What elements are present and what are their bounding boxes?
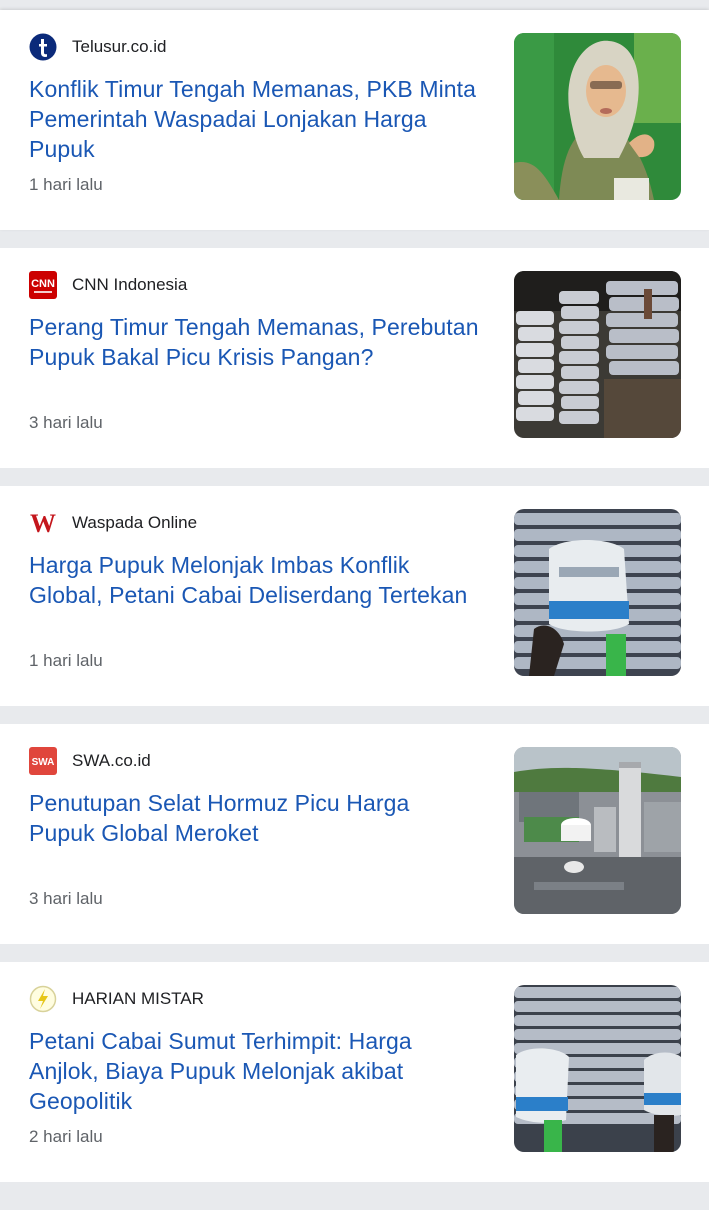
workers-carrying-sacks-photo[interactable] <box>514 985 681 1152</box>
source-name: CNN Indonesia <box>72 275 188 294</box>
news-card[interactable]: W Waspada Online Harga Pupuk Melonjak Im… <box>0 486 709 706</box>
cnn-logo-text: CNN <box>31 278 55 290</box>
waspada-logo-icon: W <box>29 509 57 537</box>
woman-in-hijab-speaking-photo[interactable] <box>514 33 681 200</box>
news-source: W Waspada Online <box>29 508 197 538</box>
news-source: CNN CNN Indonesia <box>29 270 187 300</box>
news-headline[interactable]: Petani Cabai Sumut Terhimpit: Harga Anjl… <box>29 1026 479 1116</box>
news-source: SWA SWA.co.id <box>29 746 151 776</box>
news-headline[interactable]: Konflik Timur Tengah Memanas, PKB Minta … <box>29 74 479 164</box>
fertilizer-factory-aerial-photo[interactable] <box>514 747 681 914</box>
swa-logo-icon: SWA <box>29 747 57 775</box>
telusur-logo-icon <box>29 33 57 61</box>
news-headline[interactable]: Penutupan Selat Hormuz Picu Harga Pupuk … <box>29 788 479 848</box>
source-name: SWA.co.id <box>72 751 151 770</box>
published-time: 3 hari lalu <box>29 889 103 908</box>
news-card[interactable]: HARIAN MISTAR Petani Cabai Sumut Terhimp… <box>0 962 709 1182</box>
worker-carrying-sack-photo[interactable] <box>514 509 681 676</box>
news-source: HARIAN MISTAR <box>29 984 204 1014</box>
published-time: 1 hari lalu <box>29 175 103 194</box>
cnn-logo-icon: CNN <box>29 271 57 299</box>
source-name: Waspada Online <box>72 513 198 532</box>
published-time: 2 hari lalu <box>29 1127 103 1146</box>
swa-logo-text: SWA <box>32 757 55 768</box>
fertilizer-sacks-warehouse-photo[interactable] <box>514 271 681 438</box>
source-name: HARIAN MISTAR <box>72 989 204 1008</box>
source-name: Telusur.co.id <box>72 37 167 56</box>
news-headline[interactable]: Harga Pupuk Melonjak Imbas Konflik Globa… <box>29 550 479 610</box>
harian-mistar-logo-icon <box>29 985 57 1013</box>
published-time: 1 hari lalu <box>29 651 103 670</box>
news-source: Telusur.co.id <box>29 32 167 62</box>
news-card[interactable]: CNN CNN Indonesia Perang Timur Tengah Me… <box>0 248 709 468</box>
news-card[interactable]: Telusur.co.id Konflik Timur Tengah Meman… <box>0 10 709 230</box>
news-card[interactable]: SWA SWA.co.id Penutupan Selat Hormuz Pic… <box>0 724 709 944</box>
news-feed: Telusur.co.id Konflik Timur Tengah Meman… <box>0 10 709 1182</box>
news-headline[interactable]: Perang Timur Tengah Memanas, Perebutan P… <box>29 312 479 372</box>
waspada-logo-text: W <box>30 509 56 537</box>
published-time: 3 hari lalu <box>29 413 103 432</box>
